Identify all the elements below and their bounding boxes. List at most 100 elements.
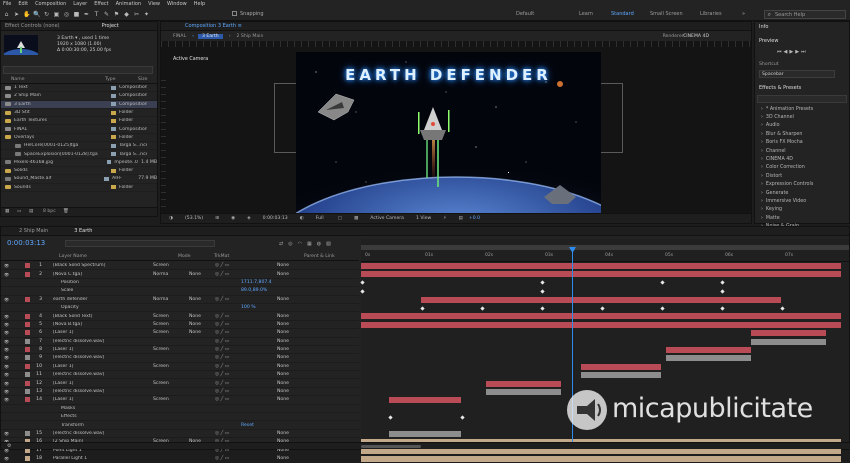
col-mode[interactable]: Mode: [178, 254, 191, 259]
layer-name[interactable]: [Black Solid Text]: [45, 314, 153, 319]
visibility-icon[interactable]: 👁: [1, 381, 21, 386]
hand-tool-icon[interactable]: ✋: [23, 11, 30, 18]
visibility-icon[interactable]: 👁: [1, 397, 21, 402]
effects-category[interactable]: › Immersive Video: [755, 197, 849, 205]
keyframe[interactable]: [460, 415, 465, 420]
property-row[interactable]: Transform Reset: [1, 421, 359, 430]
label-swatch[interactable]: [111, 93, 116, 98]
col-trkmat[interactable]: TrkMat: [214, 254, 229, 259]
layer-label-color[interactable]: [25, 305, 30, 310]
comp-mini-flowchart-icon[interactable]: ⇄: [279, 241, 288, 247]
parent-dropdown[interactable]: None: [277, 263, 289, 268]
new-comp-icon[interactable]: ▤: [29, 209, 33, 214]
puppet-tool-icon[interactable]: ✦: [143, 11, 150, 18]
layer-switches[interactable]: ◎ ╱ ▭: [215, 355, 277, 360]
bpc-label[interactable]: 8 bpc: [43, 209, 56, 214]
layer-duration-bar[interactable]: [666, 347, 751, 353]
frame-blending-icon[interactable]: ▦: [307, 241, 317, 247]
trkmat-dropdown[interactable]: None: [189, 314, 215, 319]
layer-name[interactable]: [electric dissolve.wav]: [45, 355, 153, 360]
tab-composition[interactable]: Composition 3 Earth ≡: [185, 23, 242, 29]
roto-tool-icon[interactable]: ✂: [133, 11, 140, 18]
layer-switches[interactable]: ◎ ╱ ▭: [215, 322, 277, 327]
visibility-icon[interactable]: 👁: [1, 372, 21, 377]
breadcrumb-final[interactable]: FINAL: [173, 34, 186, 39]
layer-switches[interactable]: ◎ ╱ ▭: [215, 347, 277, 352]
graph-editor-icon[interactable]: ▧: [326, 241, 336, 247]
eraser-tool-icon[interactable]: ◆: [123, 11, 130, 18]
layer-duration-bar[interactable]: [361, 263, 841, 269]
effects-category[interactable]: › Color Correction: [755, 164, 849, 172]
project-item[interactable]: Pexels-46168.jpg mpeote..0 1.4 MB: [1, 159, 157, 167]
project-item[interactable]: Overlays Folder: [1, 134, 157, 143]
parent-dropdown[interactable]: None: [277, 389, 289, 394]
project-item[interactable]: HelCore[0001-0125]tga Targa S...nce: [1, 142, 157, 151]
property-name[interactable]: Opacity: [45, 305, 153, 310]
keyframe[interactable]: [780, 305, 785, 311]
visibility-icon[interactable]: 👁: [1, 389, 21, 394]
blend-mode-dropdown[interactable]: Norma: [153, 297, 189, 302]
layer-switches[interactable]: ◎ ╱ ▭: [215, 397, 277, 402]
parent-dropdown[interactable]: None: [277, 456, 289, 461]
visibility-icon[interactable]: 👁: [1, 297, 21, 302]
keyframe[interactable]: [540, 289, 545, 294]
comp-viewer[interactable]: Active Camera EARTH DEFENDER: [161, 41, 751, 215]
resolution-dropdown[interactable]: Full: [316, 216, 324, 221]
effects-category[interactable]: › Audio: [755, 122, 849, 130]
layer-label-color[interactable]: [25, 288, 30, 293]
parent-dropdown[interactable]: None: [277, 330, 289, 335]
home-icon[interactable]: ⌂: [3, 11, 10, 18]
rotate-tool-icon[interactable]: ↻: [43, 11, 50, 18]
timeline-zoom-slider[interactable]: [361, 445, 421, 448]
blend-mode-dropdown[interactable]: Screen: [153, 314, 189, 319]
visibility-icon[interactable]: 👁: [1, 263, 21, 268]
layer-switches[interactable]: ◎ ╱ ▭: [215, 297, 277, 302]
breadcrumb-3-earth[interactable]: 3 Earth: [197, 34, 223, 39]
new-folder-icon[interactable]: ▭: [17, 209, 21, 214]
label-swatch[interactable]: [111, 127, 116, 132]
effects-category[interactable]: › Expression Controls: [755, 181, 849, 189]
property-row[interactable]: Scale 89.0,89.0%: [1, 287, 359, 296]
project-item[interactable]: 2 Ship Main Composition: [1, 92, 157, 101]
effects-category[interactable]: › Boris FX Mocha: [755, 139, 849, 147]
layer-row[interactable]: 👁 14 [Laser 1] Screen ◎ ╱ ▭ None: [1, 396, 359, 405]
layer-duration-bar[interactable]: [361, 456, 841, 463]
layer-row[interactable]: 👁 18 Parallel Light 1 ◎ ╱ ▭ None: [1, 455, 359, 463]
project-item[interactable]: 3D Stit Folder: [1, 109, 157, 118]
property-value[interactable]: 1711.7,807.4: [241, 280, 272, 285]
layer-name[interactable]: [Laser 1]: [45, 330, 153, 335]
keyframe[interactable]: [420, 305, 425, 311]
effects-category[interactable]: › * Animation Presets: [755, 105, 849, 113]
layer-name[interactable]: [Laser 1]: [45, 381, 153, 386]
keyframe[interactable]: [660, 280, 665, 285]
property-row[interactable]: Effects: [1, 413, 359, 422]
layer-row[interactable]: 👁 4 [Black Solid Text] Screen None ◎ ╱ ▭ None: [1, 312, 359, 321]
property-name[interactable]: Transform: [45, 423, 153, 428]
layer-duration-bar[interactable]: [486, 380, 561, 387]
region-of-interest-icon[interactable]: ▢: [338, 216, 342, 221]
timeline-search-input[interactable]: [65, 240, 215, 247]
menu-item-animation[interactable]: Animation: [116, 1, 142, 7]
layer-duration-bar[interactable]: [751, 330, 826, 337]
keyframe[interactable]: [540, 280, 545, 285]
layer-row[interactable]: 👁 13 [electric dissolve.wav] ◎ ╱ ▭ None: [1, 388, 359, 397]
label-swatch[interactable]: [111, 143, 116, 148]
keyframe[interactable]: [660, 305, 665, 311]
layer-duration-bar[interactable]: [751, 338, 826, 345]
layer-name[interactable]: [electric dissolve.wav]: [45, 431, 153, 436]
label-swatch[interactable]: [111, 135, 116, 140]
parent-dropdown[interactable]: None: [277, 381, 289, 386]
layer-row[interactable]: 👁 10 [Laser 1] Screen ◎ ╱ ▭ None: [1, 363, 359, 372]
layer-duration-bar[interactable]: [361, 271, 841, 278]
keyframe[interactable]: [480, 305, 485, 311]
exposure-value[interactable]: +0.0: [469, 216, 480, 221]
menu-item-window[interactable]: Window: [167, 1, 187, 7]
label-swatch[interactable]: [111, 168, 116, 173]
layer-switches[interactable]: ◎ ╱ ▭: [215, 314, 277, 319]
renderer-value[interactable]: CINEMA 4D: [683, 34, 709, 39]
layer-name[interactable]: [Laser 1]: [45, 397, 153, 402]
property-value[interactable]: Reset: [241, 423, 254, 428]
layer-duration-bar[interactable]: [361, 313, 841, 320]
last-frame-icon[interactable]: ⏭: [801, 49, 808, 55]
label-swatch[interactable]: [111, 85, 116, 90]
